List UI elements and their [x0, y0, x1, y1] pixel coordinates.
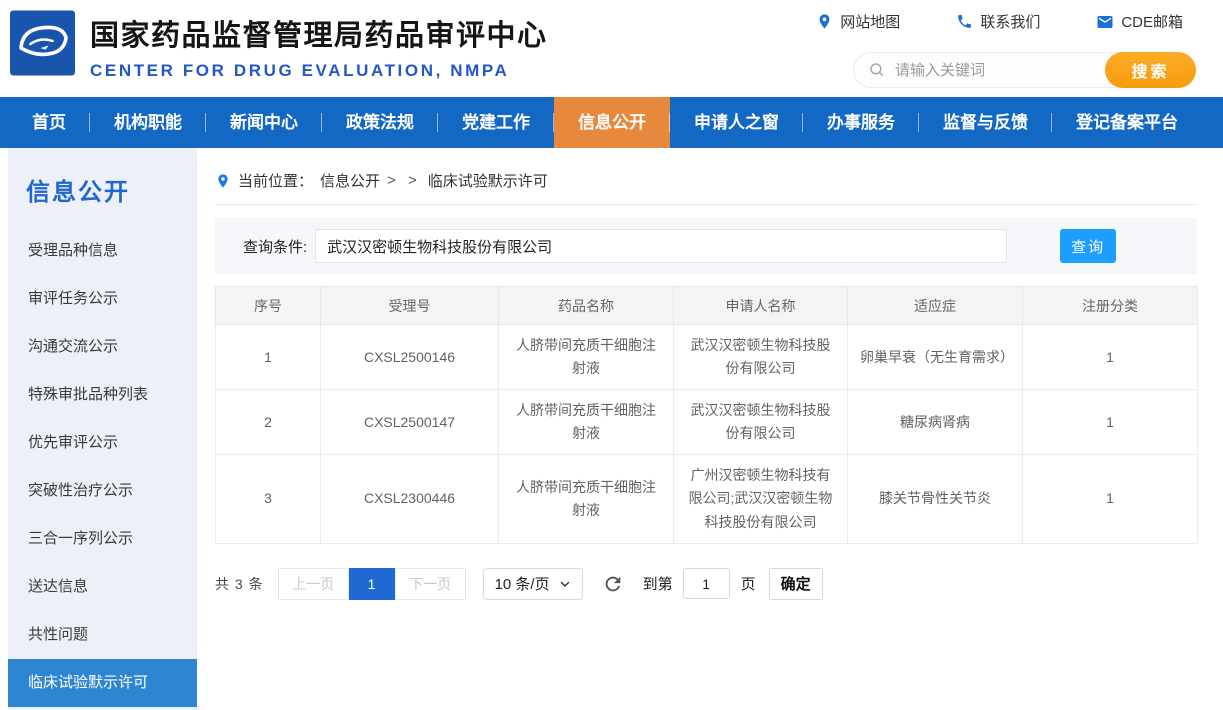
- sidebar-item-common-issues[interactable]: 共性问题: [8, 611, 197, 659]
- sitemap-label: 网站地图: [840, 11, 900, 32]
- cell-indication: 卵巢早衰（无生育需求）: [848, 325, 1023, 390]
- nav-item-applicant-window[interactable]: 申请人之窗: [670, 97, 803, 148]
- contact-link[interactable]: 联系我们: [956, 11, 1040, 32]
- sidebar-item-accepted-products[interactable]: 受理品种信息: [8, 227, 197, 275]
- cell-index: 1: [216, 325, 321, 390]
- pagination-total: 共 3 条: [215, 574, 264, 594]
- header-search-input[interactable]: [895, 62, 1105, 79]
- sidebar-title: 信息公开: [8, 172, 197, 207]
- envelope-icon: [1096, 13, 1114, 31]
- cell-index: 2: [216, 390, 321, 455]
- cell-acceptance-no: CXSL2300446: [321, 455, 499, 543]
- sidebar-item-priority-review[interactable]: 优先审评公示: [8, 419, 197, 467]
- goto-page-input[interactable]: [683, 568, 730, 599]
- phone-icon: [956, 13, 973, 30]
- table-row: 3 CXSL2300446 人脐带间充质干细胞注射液 广州汉密顿生物科技有限公司…: [216, 455, 1198, 543]
- cell-acceptance-no: CXSL2500147: [321, 390, 499, 455]
- site-header: 国家药品监督管理局药品审评中心 CENTER FOR DRUG EVALUATI…: [0, 0, 1223, 97]
- brand-text: 国家药品监督管理局药品审评中心 CENTER FOR DRUG EVALUATI…: [90, 10, 548, 81]
- next-page-button[interactable]: 下一页: [395, 568, 466, 600]
- query-button[interactable]: 查询: [1060, 229, 1116, 263]
- contact-label: 联系我们: [980, 11, 1040, 32]
- col-header-drug-name: 药品名称: [499, 287, 674, 325]
- sidebar-item-delivery-info[interactable]: 送达信息: [8, 563, 197, 611]
- cell-indication: 糖尿病肾病: [848, 390, 1023, 455]
- col-header-registration-class: 注册分类: [1023, 287, 1198, 325]
- nav-item-policy[interactable]: 政策法规: [322, 97, 438, 148]
- table-row: 2 CXSL2500147 人脐带间充质干细胞注射液 武汉汉密顿生物科技股份有限…: [216, 390, 1198, 455]
- nav-item-registration-platform[interactable]: 登记备案平台: [1052, 97, 1202, 148]
- cell-drug-name: 人脐带间充质干细胞注射液: [499, 390, 674, 455]
- header-search-bar: 搜索: [853, 52, 1196, 88]
- current-page-button[interactable]: 1: [349, 568, 395, 600]
- results-table: 序号 受理号 药品名称 申请人名称 适应症 注册分类 1 CXSL2500146…: [215, 286, 1198, 544]
- refresh-icon[interactable]: [602, 573, 624, 595]
- cell-registration-class: 1: [1023, 455, 1198, 543]
- breadcrumb-current: 临床试验默示许可: [428, 170, 548, 191]
- cell-drug-name: 人脐带间充质干细胞注射液: [499, 325, 674, 390]
- query-input[interactable]: [315, 229, 1007, 263]
- cell-acceptance-no: CXSL2500146: [321, 325, 499, 390]
- sidebar-item-communication[interactable]: 沟通交流公示: [8, 323, 197, 371]
- cell-indication: 膝关节骨性关节炎: [848, 455, 1023, 543]
- col-header-applicant: 申请人名称: [674, 287, 848, 325]
- page-size-select[interactable]: 10 条/页: [483, 568, 583, 600]
- cell-registration-class: 1: [1023, 390, 1198, 455]
- cde-mail-link[interactable]: CDE邮箱: [1096, 11, 1183, 32]
- nav-item-supervision-feedback[interactable]: 监督与反馈: [919, 97, 1052, 148]
- sidebar: 信息公开 受理品种信息 审评任务公示 沟通交流公示 特殊审批品种列表 优先审评公…: [8, 148, 197, 710]
- site-subtitle: CENTER FOR DRUG EVALUATION, NMPA: [90, 61, 548, 81]
- location-pin-icon: [816, 13, 833, 30]
- breadcrumb-pin-icon: [215, 173, 231, 189]
- breadcrumb-separator: > >: [387, 172, 421, 189]
- main-panel: 当前位置： 信息公开 > > 临床试验默示许可 查询条件: 查询 序号 受理号 药…: [215, 148, 1197, 710]
- cell-index: 3: [216, 455, 321, 543]
- pagination: 共 3 条 上一页 1 下一页 10 条/页 到第 页 确定: [215, 568, 1197, 600]
- site-title: 国家药品监督管理局药品审评中心: [90, 12, 548, 54]
- header-search-button[interactable]: 搜索: [1105, 52, 1196, 88]
- cell-applicant: 武汉汉密顿生物科技股份有限公司: [674, 390, 848, 455]
- page-unit-label: 页: [741, 573, 756, 594]
- cell-applicant: 武汉汉密顿生物科技股份有限公司: [674, 325, 848, 390]
- col-header-indication: 适应症: [848, 287, 1023, 325]
- sitemap-link[interactable]: 网站地图: [816, 11, 900, 32]
- sidebar-item-three-in-one[interactable]: 三合一序列公示: [8, 515, 197, 563]
- page-size-value: 10 条/页: [495, 573, 550, 594]
- prev-page-button[interactable]: 上一页: [278, 568, 349, 600]
- content-area: 信息公开 受理品种信息 审评任务公示 沟通交流公示 特殊审批品种列表 优先审评公…: [0, 148, 1223, 710]
- breadcrumb-section-link[interactable]: 信息公开: [320, 170, 380, 191]
- breadcrumb-prefix: 当前位置：: [238, 170, 313, 191]
- nav-item-home[interactable]: 首页: [8, 97, 90, 148]
- chevron-down-icon: [559, 578, 571, 590]
- col-header-index: 序号: [216, 287, 321, 325]
- query-bar: 查询条件: 查询: [215, 218, 1197, 274]
- nav-item-info-disclosure[interactable]: 信息公开: [554, 97, 670, 148]
- breadcrumb: 当前位置： 信息公开 > > 临床试验默示许可: [215, 170, 1197, 205]
- nav-item-party-building[interactable]: 党建工作: [438, 97, 554, 148]
- sidebar-item-special-approval-list[interactable]: 特殊审批品种列表: [8, 371, 197, 419]
- nav-item-news-center[interactable]: 新闻中心: [206, 97, 322, 148]
- main-nav: 首页 机构职能 新闻中心 政策法规 党建工作 信息公开 申请人之窗 办事服务 监…: [0, 97, 1223, 148]
- search-icon: [868, 61, 886, 79]
- confirm-button[interactable]: 确定: [769, 568, 823, 600]
- sidebar-item-clinical-trial-implied-license[interactable]: 临床试验默示许可: [8, 659, 197, 707]
- table-row: 1 CXSL2500146 人脐带间充质干细胞注射液 武汉汉密顿生物科技股份有限…: [216, 325, 1198, 390]
- sidebar-item-review-tasks[interactable]: 审评任务公示: [8, 275, 197, 323]
- cell-drug-name: 人脐带间充质干细胞注射液: [499, 455, 674, 543]
- cell-registration-class: 1: [1023, 325, 1198, 390]
- table-header-row: 序号 受理号 药品名称 申请人名称 适应症 注册分类: [216, 287, 1198, 325]
- col-header-acceptance-no: 受理号: [321, 287, 499, 325]
- nav-item-services[interactable]: 办事服务: [803, 97, 919, 148]
- query-label: 查询条件:: [243, 236, 307, 257]
- sidebar-item-breakthrough-therapy[interactable]: 突破性治疗公示: [8, 467, 197, 515]
- cde-logo-icon: [10, 10, 75, 76]
- nav-item-org-functions[interactable]: 机构职能: [90, 97, 206, 148]
- cde-mail-label: CDE邮箱: [1121, 11, 1183, 32]
- top-utility-links: 网站地图 联系我们 CDE邮箱: [816, 11, 1183, 32]
- goto-page-label: 到第: [643, 573, 673, 594]
- cell-applicant: 广州汉密顿生物科技有限公司;武汉汉密顿生物科技股份有限公司: [674, 455, 848, 543]
